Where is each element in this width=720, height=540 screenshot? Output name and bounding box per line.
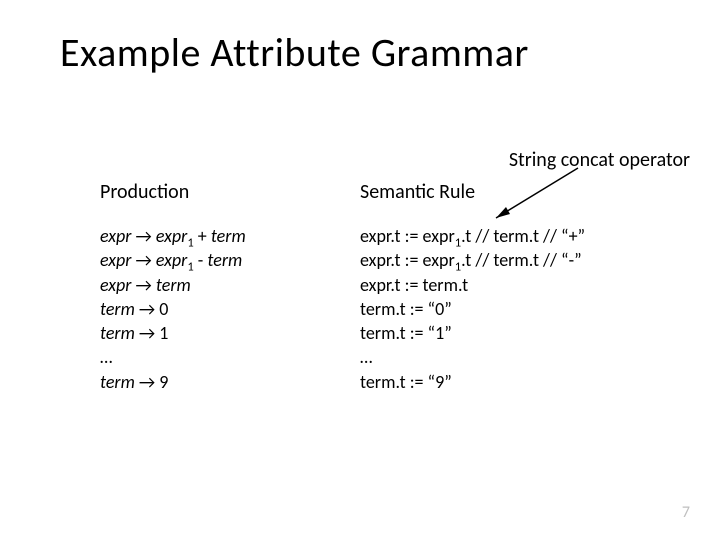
page-number: 7 [682,503,690,522]
production-row: expr → term [100,273,350,297]
semantic-rule-column: Semantic Rule expr.t := expr1.t // term.… [360,180,660,394]
production-row: term → 0 [100,297,350,321]
prod-rhs-a: 1 [159,322,168,344]
content-columns: Production expr → expr1 + term expr → ex… [100,180,660,394]
annotation-label: String concat operator [509,148,690,172]
production-row: term → 1 [100,321,350,345]
prod-rhs-a: term [156,274,191,296]
production-column: Production expr → expr1 + term expr → ex… [100,180,350,394]
prod-arrow: → [131,249,155,271]
semantic-rule-row: term.t := “0” [360,297,660,321]
prod-lhs: … [100,346,112,368]
rule-post: .t // term.t // “+” [461,225,585,247]
rule-pre: expr.t := expr [360,249,455,271]
prod-rhs-a: expr [156,249,187,271]
production-row: expr → expr1 - term [100,248,350,272]
prod-lhs: term [100,322,135,344]
semantic-rule-row: term.t := “1” [360,321,660,345]
semantic-rule-header: Semantic Rule [360,180,660,204]
rule-pre: term.t := “9” [360,371,452,393]
production-row: expr → expr1 + term [100,224,350,248]
prod-rhs-a: 9 [159,371,168,393]
prod-rhs-b: term [211,225,246,247]
prod-lhs: term [100,298,135,320]
production-row: term → 9 [100,370,350,394]
slide-title: Example Attribute Grammar [60,28,680,77]
prod-lhs: expr [100,274,131,296]
rule-pre: term.t := “1” [360,322,452,344]
prod-mid: - [194,249,208,271]
prod-lhs: term [100,371,135,393]
semantic-rule-row: expr.t := term.t [360,273,660,297]
rule-pre: … [360,346,372,368]
rule-pre: expr.t := expr [360,225,455,247]
semantic-rule-row: term.t := “9” [360,370,660,394]
slide: Example Attribute Grammar String concat … [0,0,720,540]
prod-arrow: → [131,225,155,247]
semantic-rule-row: expr.t := expr1.t // term.t // “+” [360,224,660,248]
prod-lhs: expr [100,249,131,271]
semantic-rule-row: expr.t := expr1.t // term.t // “-” [360,248,660,272]
prod-arrow: → [131,274,155,296]
rule-pre: term.t := “0” [360,298,452,320]
production-header: Production [100,180,350,204]
rule-pre: expr.t := term.t [360,274,468,296]
prod-arrow: → [135,298,159,320]
prod-mid: + [194,225,211,247]
production-row: … [100,345,350,369]
prod-lhs: expr [100,225,131,247]
prod-rhs-b: term [207,249,242,271]
prod-arrow: → [135,322,159,344]
rule-post: .t // term.t // “-” [461,249,581,271]
prod-rhs-a: 0 [159,298,168,320]
prod-arrow: → [135,371,159,393]
prod-rhs-a: expr [156,225,187,247]
semantic-rule-row: … [360,345,660,369]
